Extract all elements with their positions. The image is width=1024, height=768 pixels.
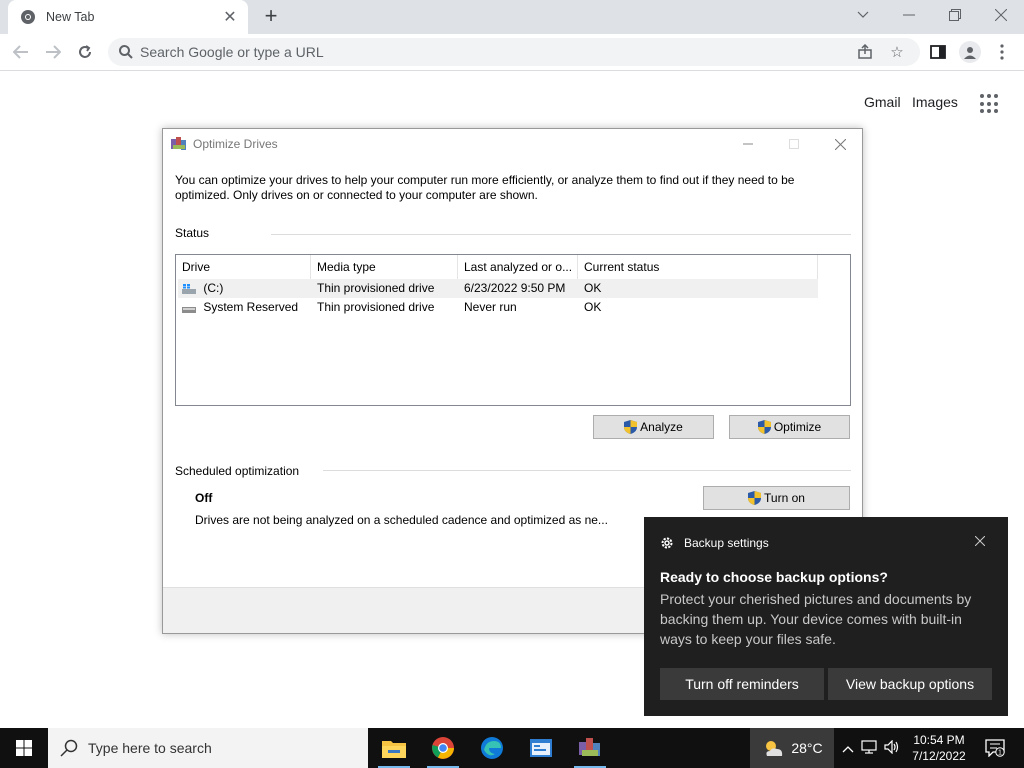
restore-button[interactable] [932, 0, 978, 30]
bookmark-star-icon[interactable]: ☆ [884, 38, 910, 66]
minimize-button[interactable] [886, 0, 932, 30]
windows-logo-icon [16, 740, 32, 756]
profile-avatar[interactable] [958, 40, 982, 64]
share-icon[interactable] [852, 38, 878, 66]
images-link[interactable]: Images [912, 94, 958, 110]
notification-count: 1 [998, 750, 1002, 757]
search-icon [119, 45, 133, 59]
tab-title: New Tab [46, 10, 95, 24]
dialog-close-button[interactable] [817, 129, 863, 159]
clock-date: 7/12/2022 [912, 749, 966, 763]
side-panel-icon[interactable] [926, 40, 950, 64]
network-icon[interactable] [861, 739, 877, 757]
app-window-icon[interactable] [517, 728, 565, 768]
toast-title: Ready to choose backup options? [660, 569, 888, 585]
weather-temperature: 28°C [791, 740, 823, 756]
schedule-state: Off [195, 491, 213, 505]
notification-icon: 1 [985, 739, 1005, 757]
omnibox-placeholder: Search Google or type a URL [140, 44, 324, 60]
browser-toolbar: Search Google or type a URL ☆ [0, 34, 1024, 71]
column-header-media-type[interactable]: Media type [311, 255, 458, 279]
column-header-current-status[interactable]: Current status [578, 255, 818, 279]
chrome-icon [21, 10, 35, 24]
windows-taskbar: Type here to search 28°C 10:54 PM 7/12/2… [0, 728, 1024, 768]
back-arrow-icon[interactable] [8, 39, 34, 65]
chrome-taskbar-icon[interactable] [419, 728, 467, 768]
toast-close-icon[interactable] [972, 533, 988, 549]
dialog-description: You can optimize your drives to help you… [175, 173, 795, 202]
search-icon [60, 739, 78, 757]
settings-gear-icon [661, 537, 673, 549]
uac-shield-icon [748, 491, 762, 505]
tab-search-chevron-icon[interactable] [840, 0, 886, 30]
view-backup-options-button[interactable]: View backup options [828, 668, 992, 700]
drive-status: OK [584, 281, 602, 295]
dialog-minimize-button[interactable] [725, 129, 771, 159]
start-button[interactable] [0, 728, 48, 768]
gmail-link[interactable]: Gmail [864, 94, 901, 110]
menu-kebab-icon[interactable] [990, 40, 1014, 64]
analyze-button[interactable]: Analyze [593, 415, 714, 439]
taskbar-clock[interactable]: 10:54 PM 7/12/2022 [906, 732, 972, 764]
toast-app-name: Backup settings [684, 536, 769, 550]
status-section-label: Status [175, 226, 210, 240]
browser-tabstrip: New Tab ✕ + [0, 0, 1024, 34]
turn-on-button[interactable]: Turn on [703, 486, 850, 510]
turn-off-reminders-button[interactable]: Turn off reminders [660, 668, 824, 700]
drive-row[interactable]: (C:) Thin provisioned drive 6/23/2022 9:… [178, 279, 818, 298]
drive-name: System Reserved [203, 300, 299, 314]
weather-widget[interactable]: 28°C [750, 728, 834, 768]
defrag-app-icon [171, 137, 186, 150]
turn-on-label: Turn on [764, 491, 805, 505]
chevron-up-icon[interactable] [842, 741, 854, 756]
dialog-titlebar[interactable]: Optimize Drives [163, 129, 862, 159]
clock-time: 10:54 PM [913, 733, 965, 747]
edge-icon[interactable] [468, 728, 516, 768]
optimize-button[interactable]: Optimize [729, 415, 850, 439]
drive-status: OK [584, 300, 602, 314]
new-tab-button[interactable]: + [258, 4, 284, 30]
defrag-taskbar-icon[interactable] [566, 728, 614, 768]
drive-name: (C:) [203, 281, 224, 295]
profile-icon [959, 41, 981, 63]
volume-icon[interactable] [884, 739, 900, 757]
drive-media-type: Thin provisioned drive [317, 281, 435, 295]
taskbar-search-box[interactable]: Type here to search [48, 728, 368, 768]
scheduled-section-label: Scheduled optimization [175, 464, 300, 478]
notification-center-button[interactable]: 1 [980, 728, 1010, 768]
close-window-button[interactable] [978, 0, 1024, 30]
drive-last-analyzed: 6/23/2022 9:50 PM [464, 281, 566, 295]
google-apps-icon[interactable] [980, 94, 1000, 114]
omnibox[interactable]: Search Google or type a URL ☆ [108, 38, 920, 66]
system-tray [838, 728, 904, 768]
hard-drive-icon [182, 306, 196, 313]
uac-shield-icon [624, 420, 638, 434]
column-header-last-analyzed[interactable]: Last analyzed or o... [458, 255, 578, 279]
windows-drive-icon [182, 283, 196, 294]
backup-toast-notification: Backup settings Ready to choose backup o… [644, 517, 1008, 716]
analyze-label: Analyze [640, 420, 683, 434]
status-divider [271, 234, 851, 235]
schedule-description: Drives are not being analyzed on a sched… [195, 513, 608, 527]
dialog-title: Optimize Drives [193, 137, 278, 151]
drive-last-analyzed: Never run [464, 300, 517, 314]
dialog-maximize-button[interactable] [771, 129, 817, 159]
forward-arrow-icon[interactable] [40, 39, 66, 65]
drive-row[interactable]: System Reserved Thin provisioned drive N… [178, 298, 818, 317]
file-explorer-icon[interactable] [370, 728, 418, 768]
listview-header: Drive Media type Last analyzed or o... C… [176, 255, 850, 279]
toast-body: Protect your cherished pictures and docu… [660, 591, 972, 647]
partly-cloudy-icon [766, 741, 783, 756]
scheduled-divider [323, 470, 851, 471]
uac-shield-icon [757, 420, 771, 434]
drives-listview[interactable]: Drive Media type Last analyzed or o... C… [175, 254, 851, 406]
drive-media-type: Thin provisioned drive [317, 300, 435, 314]
taskbar-search-placeholder: Type here to search [88, 740, 212, 756]
tab-new-tab[interactable]: New Tab ✕ [8, 0, 248, 34]
optimize-label: Optimize [773, 420, 822, 434]
reload-icon[interactable] [72, 39, 98, 65]
tab-close-icon[interactable]: ✕ [222, 7, 238, 27]
column-header-drive[interactable]: Drive [176, 255, 311, 279]
